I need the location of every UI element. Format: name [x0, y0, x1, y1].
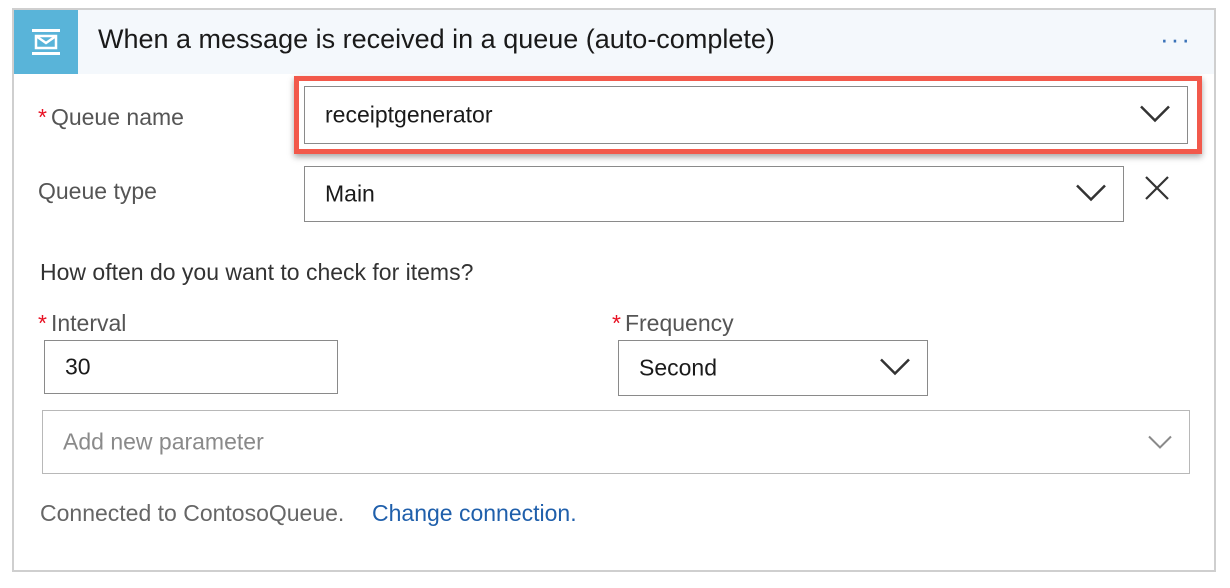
highlight-box: [294, 76, 1202, 154]
add-parameter-dropdown[interactable]: Add new parameter: [42, 410, 1190, 474]
close-icon: [1145, 176, 1169, 200]
frequency-dropdown[interactable]: Second: [618, 340, 928, 396]
interval-label-text: Interval: [50, 310, 127, 336]
queue-type-label: Queue type: [38, 178, 157, 204]
card-title: When a message is received in a queue (a…: [98, 24, 775, 54]
chevron-down-icon: [879, 355, 911, 382]
interval-label: * Interval: [38, 310, 126, 337]
card-header[interactable]: When a message is received in a queue (a…: [14, 10, 1214, 74]
frequency-label-text: Frequency: [624, 310, 734, 336]
chevron-down-icon: [1075, 181, 1107, 208]
required-marker: *: [38, 104, 47, 130]
frequency-value: Second: [639, 354, 718, 381]
connection-status: Connected to ContosoQueue.: [40, 500, 345, 526]
change-connection-link[interactable]: Change connection.: [372, 500, 577, 527]
remove-queue-type-button[interactable]: [1144, 175, 1170, 206]
required-marker: *: [612, 310, 621, 336]
service-bus-queue-icon: [14, 10, 78, 74]
chevron-down-icon: [1147, 429, 1173, 456]
more-options-button[interactable]: ···: [1160, 24, 1192, 55]
frequency-label: * Frequency: [612, 310, 734, 337]
interval-input[interactable]: 30: [44, 340, 338, 394]
queue-name-label: * Queue name: [38, 104, 184, 131]
add-parameter-placeholder: Add new parameter: [63, 428, 264, 455]
check-frequency-question: How often do you want to check for items…: [40, 259, 474, 285]
queue-type-value: Main: [325, 180, 375, 207]
required-marker: *: [38, 310, 47, 336]
queue-type-dropdown[interactable]: Main: [304, 166, 1124, 222]
queue-name-label-text: Queue name: [50, 104, 184, 130]
interval-value: 30: [65, 353, 91, 380]
trigger-card: When a message is received in a queue (a…: [12, 8, 1216, 572]
